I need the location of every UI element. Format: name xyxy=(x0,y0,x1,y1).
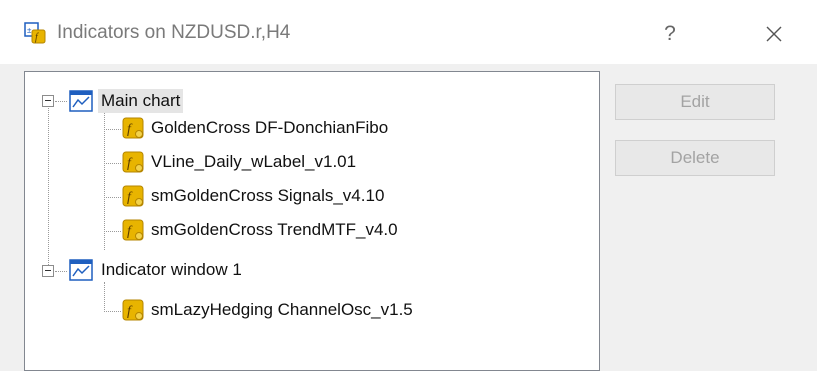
tree-connector xyxy=(104,231,121,232)
collapse-toggle[interactable] xyxy=(42,95,54,107)
tree-group-label: Main chart xyxy=(98,89,184,113)
indicator-tree[interactable]: Main chart f GoldenCross DF-DonchianFibo… xyxy=(24,71,600,371)
edit-button[interactable]: Edit xyxy=(615,84,775,120)
custom-indicator-icon: f xyxy=(122,117,144,139)
chart-window-icon xyxy=(69,90,93,112)
tree-connector xyxy=(104,163,121,164)
tree-connector xyxy=(104,129,121,130)
tree-item[interactable]: f smGoldenCross TrendMTF_v4.0 xyxy=(25,218,585,246)
tree-item[interactable]: f VLine_Daily_wLabel_v1.01 xyxy=(25,150,585,178)
tree-connector xyxy=(55,101,67,102)
custom-indicator-icon: f xyxy=(122,151,144,173)
tree-item[interactable]: f smGoldenCross Signals_v4.10 xyxy=(25,184,585,212)
tree-group-indicator-window-1[interactable]: Indicator window 1 xyxy=(25,256,545,284)
svg-text:±: ± xyxy=(27,26,32,35)
window-title: Indicators on NZDUSD.r,H4 xyxy=(57,22,291,43)
tree-connector xyxy=(104,197,121,198)
tree-connector xyxy=(104,311,121,312)
chart-window-icon xyxy=(69,259,93,281)
custom-indicator-icon: f xyxy=(122,185,144,207)
tree-group-label: Indicator window 1 xyxy=(101,260,242,279)
delete-button[interactable]: Delete xyxy=(615,140,775,176)
close-icon[interactable] xyxy=(752,14,796,54)
tree-item[interactable]: f smLazyHedging ChannelOsc_v1.5 xyxy=(25,294,585,322)
custom-indicator-icon: f xyxy=(122,219,144,241)
collapse-toggle[interactable] xyxy=(42,265,54,277)
tree-connector xyxy=(55,271,67,272)
title-bar: ± f Indicators on NZDUSD.r,H4 ? xyxy=(0,0,817,64)
custom-indicator-icon: f xyxy=(122,299,144,321)
tree-item-label: smGoldenCross TrendMTF_v4.0 xyxy=(151,220,398,239)
tree-item-label: smLazyHedging ChannelOsc_v1.5 xyxy=(151,300,413,319)
tree-group-main-chart[interactable]: Main chart xyxy=(25,88,545,116)
indicators-app-icon: ± f xyxy=(24,22,46,44)
tree-item-label: VLine_Daily_wLabel_v1.01 xyxy=(151,152,357,171)
tree-item[interactable]: f GoldenCross DF-DonchianFibo xyxy=(25,116,585,144)
tree-item-label: smGoldenCross Signals_v4.10 xyxy=(151,186,385,205)
tree-item-label: GoldenCross DF-DonchianFibo xyxy=(151,118,389,137)
help-button[interactable]: ? xyxy=(650,14,690,54)
